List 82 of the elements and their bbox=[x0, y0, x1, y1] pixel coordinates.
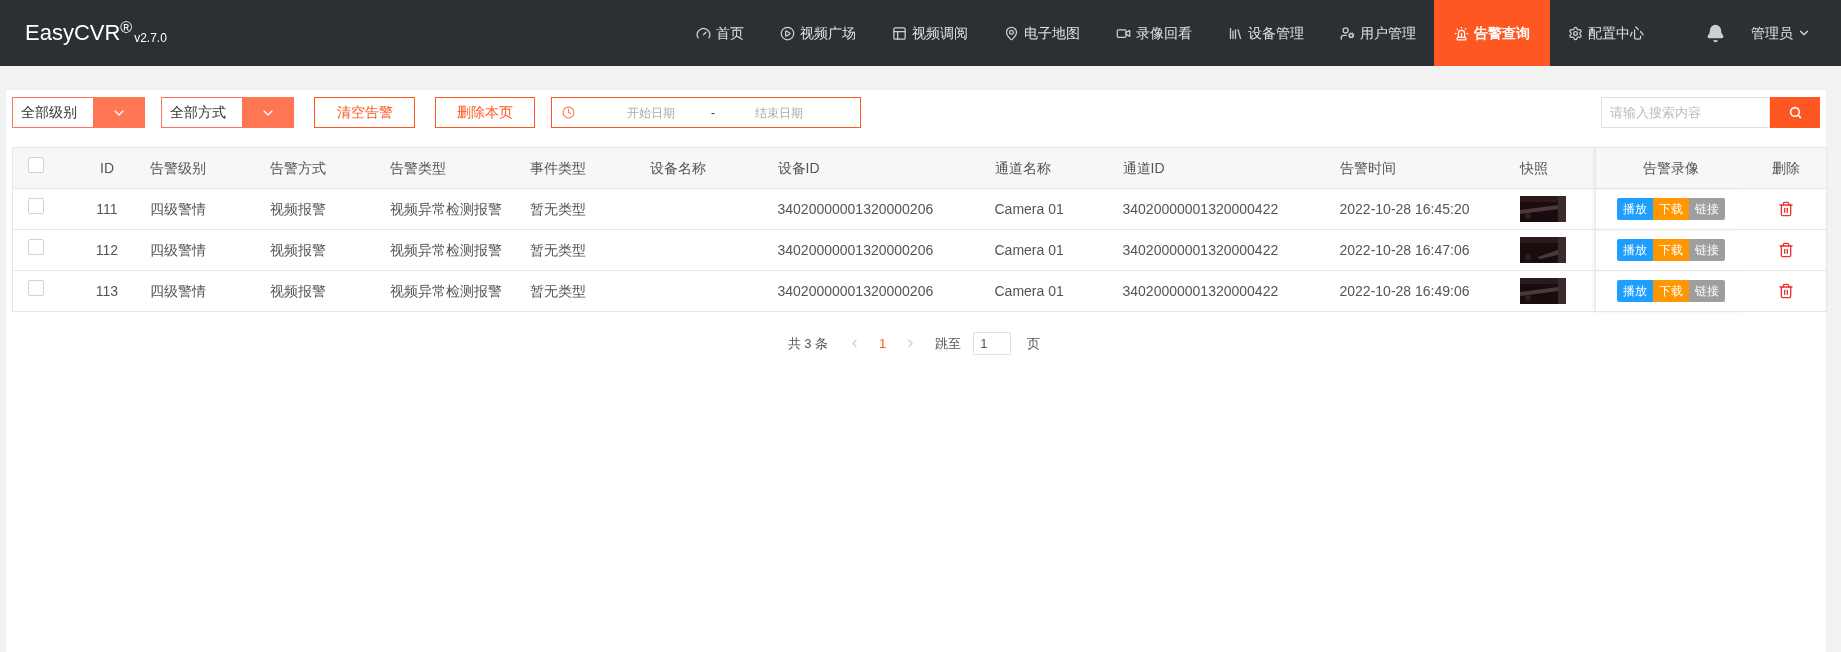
nav-tab[interactable]: 录像回看 bbox=[1098, 0, 1210, 66]
gear-icon bbox=[1568, 25, 1583, 41]
column-header: 快照 bbox=[1519, 158, 1548, 178]
table-cell: 34020000001320000206 bbox=[777, 283, 934, 299]
date-separator: - bbox=[711, 104, 715, 122]
column-header: ID bbox=[100, 158, 114, 178]
checkbox[interactable] bbox=[28, 157, 44, 173]
nav-tab[interactable]: 视频广场 bbox=[762, 0, 874, 66]
table-cell: 34020000001320000422 bbox=[1122, 242, 1279, 258]
play-icon bbox=[780, 25, 795, 41]
gauge-icon bbox=[696, 25, 711, 41]
table-cell: 暂无类型 bbox=[529, 283, 586, 299]
trash-icon[interactable] bbox=[1777, 201, 1794, 217]
nav-tab[interactable]: 电子地图 bbox=[986, 0, 1098, 66]
table-cell: 视频报警 bbox=[269, 201, 326, 217]
column-header: 告警级别 bbox=[149, 158, 206, 178]
table-cell: 34020000001320000422 bbox=[1122, 283, 1279, 299]
user-gear-icon bbox=[1340, 25, 1355, 41]
table-cell: 34020000001320000422 bbox=[1122, 201, 1279, 217]
checkbox[interactable] bbox=[28, 280, 44, 296]
nav-tab[interactable]: 首页 bbox=[678, 0, 762, 66]
filter-select[interactable]: 全部级别 bbox=[12, 97, 145, 128]
table-cell: 四级警情 bbox=[149, 283, 206, 299]
table-cell: 视频异常检测报警 bbox=[389, 242, 502, 258]
table-cell: 视频报警 bbox=[269, 283, 326, 299]
end-date-placeholder: 结束日期 bbox=[755, 104, 803, 122]
table-cell: 111 bbox=[96, 201, 118, 217]
nav-tab[interactable]: 用户管理 bbox=[1322, 0, 1434, 66]
nav-tab[interactable]: 设备管理 bbox=[1210, 0, 1322, 66]
column-header: 事件类型 bbox=[529, 158, 586, 178]
column-header: 告警方式 bbox=[269, 158, 326, 178]
user-menu[interactable]: 管理员 bbox=[1751, 22, 1811, 44]
table-cell: 四级警情 bbox=[149, 242, 206, 258]
jump-to-label: 跳至 bbox=[935, 334, 962, 353]
search-button[interactable] bbox=[1770, 97, 1820, 128]
search-field[interactable]: 请输入搜索内容 bbox=[1601, 97, 1770, 128]
table-cell: Camera 01 bbox=[994, 242, 1064, 258]
clock-icon bbox=[562, 106, 575, 119]
trash-icon[interactable] bbox=[1777, 283, 1794, 299]
table-cell: 视频报警 bbox=[269, 242, 326, 258]
table-cell: 视频异常检测报警 bbox=[389, 201, 502, 217]
layout-icon bbox=[892, 25, 907, 41]
table-cell: 34020000001320000206 bbox=[777, 201, 934, 217]
table-cell: Camera 01 bbox=[994, 201, 1064, 217]
column-header: 通道ID bbox=[1122, 158, 1165, 178]
table-cell: 2022-10-28 16:45:20 bbox=[1339, 201, 1470, 217]
start-date-placeholder: 开始日期 bbox=[627, 104, 676, 122]
table-cell: 2022-10-28 16:47:06 bbox=[1339, 242, 1470, 258]
table-cell: 四级警情 bbox=[149, 201, 206, 217]
map-pin-icon bbox=[1004, 25, 1019, 41]
trash-icon[interactable] bbox=[1777, 242, 1794, 258]
table-cell: 暂无类型 bbox=[529, 242, 586, 258]
table-cell: Camera 01 bbox=[994, 283, 1064, 299]
nav-tab[interactable]: 配置中心 bbox=[1550, 0, 1662, 66]
table-cell: 112 bbox=[95, 242, 119, 258]
logo: EasyCVR bbox=[25, 22, 121, 44]
total-count: 共 3 条 bbox=[787, 334, 829, 353]
table-cell: 2022-10-28 16:49:06 bbox=[1339, 283, 1470, 299]
nav-tab[interactable]: 视频调阅 bbox=[874, 0, 986, 66]
page-number-field[interactable]: 1 bbox=[973, 332, 1012, 355]
table-cell: 视频异常检测报警 bbox=[389, 283, 502, 299]
date-range-field[interactable]: 开始日期 - 结束日期 bbox=[551, 97, 861, 128]
checkbox[interactable] bbox=[28, 239, 44, 255]
table-cell: 113 bbox=[95, 283, 119, 299]
siren-icon bbox=[1454, 25, 1469, 41]
table-cell: 34020000001320000206 bbox=[777, 242, 934, 258]
column-header: 告警类型 bbox=[389, 158, 446, 178]
checkbox[interactable] bbox=[28, 198, 44, 214]
version-label: v2.7.0 bbox=[134, 32, 167, 44]
page-unit-label: 页 bbox=[1027, 334, 1041, 353]
column-header: 通道名称 bbox=[994, 158, 1051, 178]
filter-select[interactable]: 全部方式 bbox=[161, 97, 294, 128]
column-header: 告警录像 bbox=[1642, 158, 1699, 178]
column-header: 删除 bbox=[1771, 158, 1800, 178]
logo-mark: ® bbox=[120, 18, 133, 36]
column-header: 设备ID bbox=[777, 158, 820, 178]
column-header: 告警时间 bbox=[1339, 158, 1396, 178]
table-cell: 暂无类型 bbox=[529, 201, 586, 217]
search-icon bbox=[1788, 106, 1802, 119]
column-header: 设备名称 bbox=[649, 158, 706, 178]
books-icon bbox=[1228, 25, 1243, 41]
notification-bell-icon[interactable] bbox=[1706, 23, 1725, 43]
